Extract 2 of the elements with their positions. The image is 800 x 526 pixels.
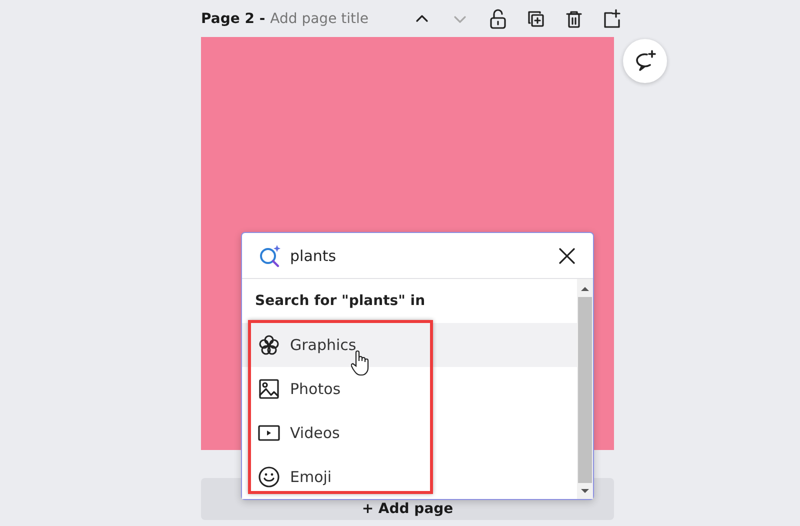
search-heading: Search for "plants" in — [254, 292, 426, 311]
page-label: Page 2 - — [201, 10, 266, 26]
